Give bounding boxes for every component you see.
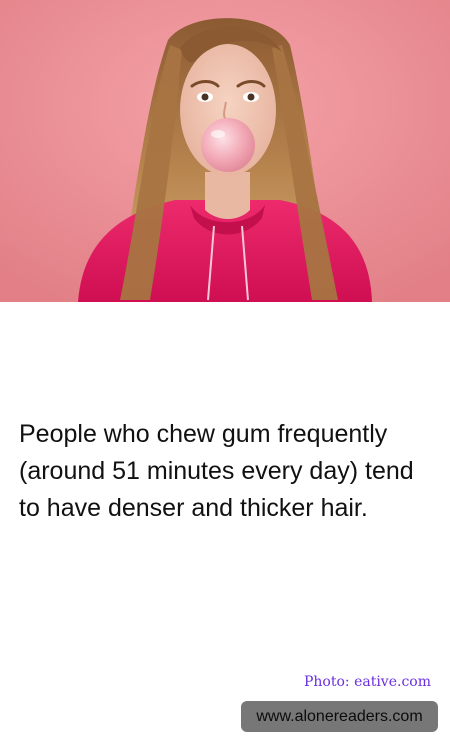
fact-text: People who chew gum frequently (around 5…	[19, 420, 414, 522]
right-pupil	[247, 93, 255, 101]
left-pupil	[201, 93, 209, 101]
bubble-gum	[201, 118, 255, 172]
site-link-badge[interactable]: www.alonereaders.com	[241, 701, 438, 732]
photo-credit: Photo: eative.com	[303, 674, 431, 690]
woman-blowing-gum-illustration	[0, 0, 450, 302]
hero-photo	[0, 0, 450, 302]
bubble-highlight	[211, 130, 225, 138]
neck	[205, 172, 250, 219]
